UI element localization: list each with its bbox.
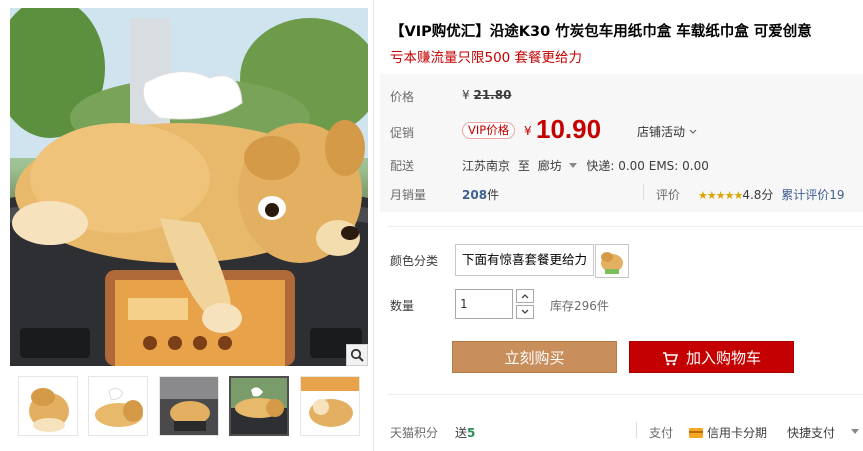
quantity-increase-button[interactable]	[516, 289, 534, 303]
points-value: 送5	[455, 424, 475, 441]
rating-summary: ★★★★★4.8分 累计评价19	[698, 186, 845, 203]
shipping-fees: 快递: 0.00 EMS: 0.00	[586, 159, 709, 173]
section-divider	[388, 226, 863, 227]
thumbnail-image	[301, 377, 359, 435]
payment-label: 支付	[649, 426, 674, 440]
promo-price: 10.90	[536, 114, 602, 144]
store-activity-dropdown[interactable]: 店铺活动	[637, 123, 697, 140]
rating-label: 评价	[656, 188, 681, 202]
points-label: 天猫积分	[390, 426, 439, 440]
shipping-info: 江苏南京 至 廊坊 快递: 0.00 EMS: 0.00	[462, 157, 709, 174]
original-price-value: 21.80	[473, 88, 512, 102]
destination: 廊坊	[537, 159, 562, 173]
ship-to-word: 至	[517, 159, 530, 173]
zoom-button[interactable]	[346, 344, 368, 366]
color-option-text[interactable]: 下面有惊喜套餐更给力	[455, 244, 595, 276]
add-to-cart-label: 加入购物车	[685, 349, 761, 367]
credit-installment-label: 信用卡分期	[707, 426, 768, 440]
sales-label: 月销量	[390, 188, 427, 202]
thumbnail-2[interactable]	[88, 376, 148, 436]
thumbnail-image	[89, 377, 147, 435]
quantity-decrease-button[interactable]	[516, 305, 534, 319]
product-detail-panel: 【VIP购优汇】沿途K30 竹炭包车用纸巾盒 车载纸巾盒 可爱创意 亏本赚流量只…	[373, 0, 863, 451]
zoom-icon	[350, 348, 364, 362]
currency-symbol: ¥	[462, 88, 470, 102]
original-price: ¥ 21.80	[462, 88, 511, 102]
sales-rating-divider	[643, 184, 644, 200]
thumbnail-image	[19, 377, 77, 435]
credit-card-icon	[689, 428, 703, 438]
quick-pay[interactable]: 快捷支付	[787, 424, 835, 441]
ship-from: 江苏南京	[462, 159, 511, 173]
price-box: 价格 ¥ 21.80 促销 VIP价格 ¥ 10.90 店铺活动 配送 江苏南京…	[380, 74, 863, 212]
triangle-down-icon[interactable]	[851, 429, 859, 435]
credit-installment[interactable]: 信用卡分期	[689, 424, 767, 441]
thumbnail-4-selected[interactable]	[229, 376, 289, 436]
arrow-up-icon	[521, 294, 529, 299]
points-pay-divider	[636, 422, 637, 438]
sales-number: 208	[462, 188, 488, 202]
product-subtitle: 亏本赚流量只限500 套餐更给力	[390, 50, 583, 66]
points-number: 5	[467, 426, 476, 440]
thumbnail-1[interactable]	[18, 376, 78, 436]
cart-icon	[662, 352, 678, 366]
thumbnail-strip	[18, 376, 368, 438]
color-label: 颜色分类	[390, 254, 439, 268]
promo-currency: ¥	[524, 124, 532, 138]
section-divider	[388, 394, 863, 395]
product-title: 【VIP购优汇】沿途K30 竹炭包车用纸巾盒 车载纸巾盒 可爱创意	[390, 24, 812, 40]
shipping-label: 配送	[390, 159, 415, 173]
promo-label: 促销	[390, 126, 415, 140]
price-label: 价格	[390, 90, 415, 104]
rating-score: 4.8分	[742, 188, 774, 202]
dog-thumbnail-icon	[601, 252, 623, 274]
star-icon: ★★★★★	[698, 189, 743, 202]
thumbnail-5[interactable]	[300, 376, 360, 436]
color-option-image[interactable]	[595, 244, 629, 278]
quantity-input[interactable]: 1	[455, 289, 513, 319]
main-product-image[interactable]	[10, 8, 368, 366]
destination-selector[interactable]: 廊坊	[538, 159, 581, 173]
vip-price-badge: VIP价格	[462, 122, 516, 139]
sales-unit: 件	[487, 188, 500, 202]
buy-now-button[interactable]: 立刻购买	[452, 341, 617, 373]
stock-text: 库存296件	[550, 299, 609, 313]
thumbnail-image	[160, 377, 218, 435]
points-prefix: 送	[455, 426, 468, 440]
triangle-down-icon	[568, 163, 577, 168]
total-reviews-link[interactable]: 累计评价19	[781, 188, 844, 202]
thumbnail-image	[231, 378, 287, 434]
chevron-down-icon	[689, 129, 697, 134]
store-activity-label: 店铺活动	[637, 125, 686, 139]
arrow-down-icon	[521, 309, 529, 314]
quantity-label: 数量	[390, 299, 415, 313]
thumbnail-3[interactable]	[159, 376, 219, 436]
sales-count: 208件	[462, 186, 499, 203]
plush-dog-photo	[10, 8, 368, 366]
add-to-cart-button[interactable]: 加入购物车	[629, 341, 794, 373]
